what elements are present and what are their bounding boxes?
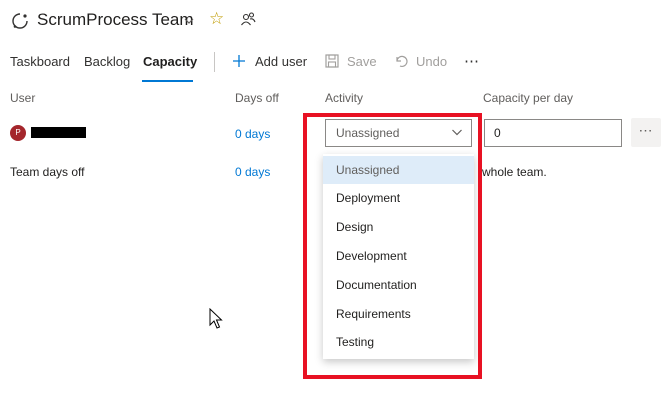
option-requirements[interactable]: Requirements: [323, 300, 474, 328]
column-header-capacity: Capacity per day: [483, 91, 574, 105]
divider: [214, 52, 215, 72]
column-header-activity: Activity: [325, 91, 364, 105]
column-header-days-off: Days off: [235, 91, 279, 105]
days-off-link[interactable]: 0 days: [235, 127, 270, 141]
star-icon[interactable]: ☆: [209, 9, 224, 29]
team-days-off-note: whole team.: [482, 165, 547, 179]
option-development[interactable]: Development: [323, 242, 474, 270]
capacity-value: 0: [494, 126, 501, 140]
save-icon: [325, 54, 339, 68]
team-name[interactable]: ScrumProcess Team: [37, 10, 194, 30]
activity-dropdown-list: Unassigned Deployment Design Development…: [323, 154, 474, 359]
add-icon[interactable]: [232, 54, 246, 68]
save-button: Save: [347, 54, 377, 69]
column-header-user: User: [10, 91, 36, 105]
option-unassigned[interactable]: Unassigned: [323, 156, 474, 184]
more-commands-icon[interactable]: ⋯: [464, 52, 479, 70]
chevron-down-icon[interactable]: [183, 15, 195, 27]
tab-backlog[interactable]: Backlog: [84, 54, 130, 69]
chevron-down-icon[interactable]: [451, 126, 463, 138]
undo-icon: [396, 55, 408, 67]
option-deployment[interactable]: Deployment: [323, 184, 474, 212]
undo-button: Undo: [416, 54, 448, 69]
more-icon: ⋯: [638, 122, 654, 138]
option-testing[interactable]: Testing: [323, 328, 474, 356]
people-icon[interactable]: [240, 11, 256, 27]
avatar: P: [10, 125, 26, 141]
redacted-user-name: [31, 127, 86, 138]
option-design[interactable]: Design: [323, 213, 474, 241]
tab-capacity[interactable]: Capacity: [143, 54, 197, 69]
tab-taskboard[interactable]: Taskboard: [10, 54, 70, 69]
active-tab-indicator: [142, 80, 193, 82]
mouse-cursor-icon: [209, 308, 223, 329]
team-days-off-link[interactable]: 0 days: [235, 165, 270, 179]
team-loop-icon: [12, 13, 28, 29]
capacity-input[interactable]: [484, 119, 622, 147]
activity-select-value: Unassigned: [336, 126, 400, 140]
team-days-off-label: Team days off: [10, 165, 85, 179]
add-user-button[interactable]: Add user: [255, 54, 307, 69]
option-documentation[interactable]: Documentation: [323, 271, 474, 299]
